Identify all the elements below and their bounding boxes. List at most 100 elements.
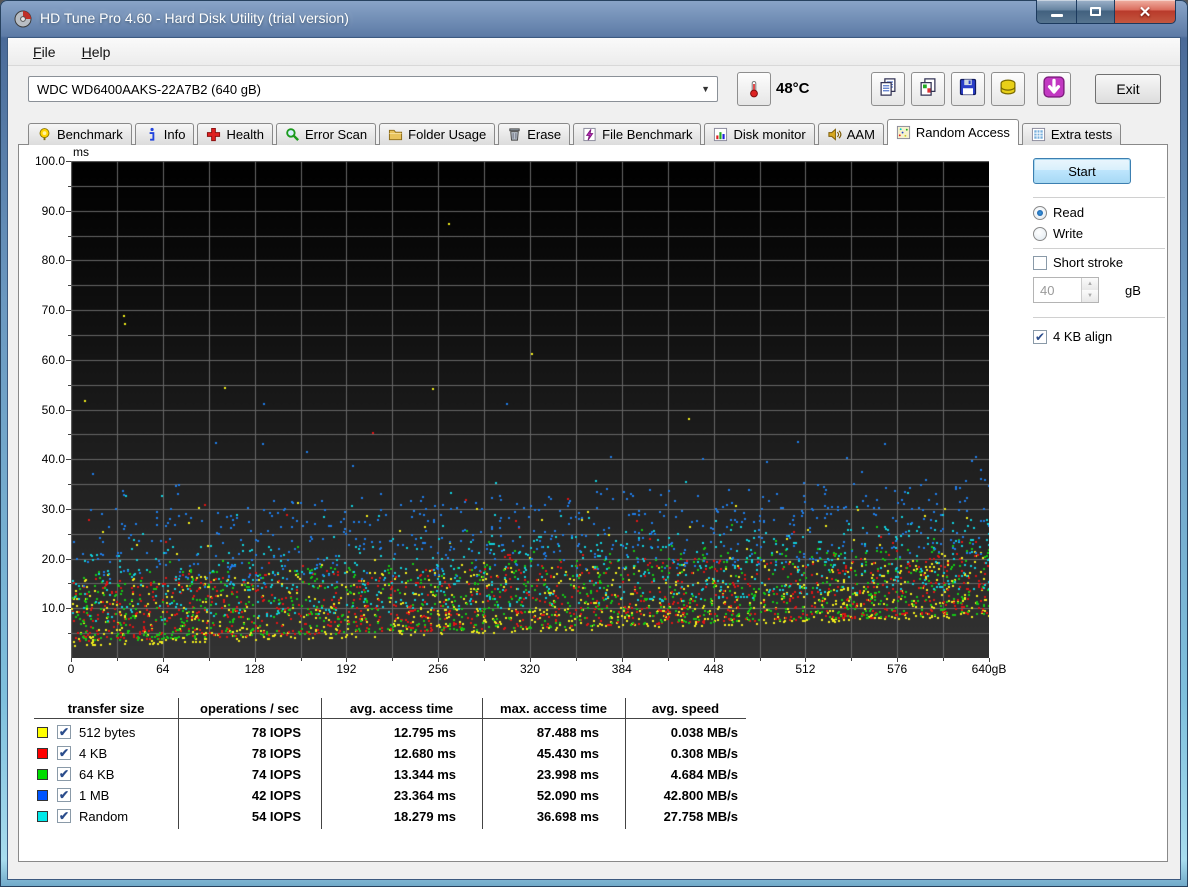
series-checkbox[interactable]: ✔ — [57, 725, 71, 739]
x-tick — [301, 658, 302, 661]
align-checkbox[interactable]: ✔ — [1033, 330, 1047, 344]
x-tick — [760, 658, 761, 661]
table-row: ✔512 bytes78 IOPS12.795 ms87.488 ms0.038… — [19, 723, 764, 744]
exit-label: Exit — [1116, 81, 1139, 97]
series-checkbox[interactable]: ✔ — [57, 746, 71, 760]
y-tick — [68, 534, 71, 535]
y-tick-label: 80.0 — [19, 253, 65, 267]
separator — [1033, 197, 1165, 198]
align-label: 4 KB align — [1053, 329, 1112, 344]
tab-label: File Benchmark — [602, 127, 692, 142]
max-access-cell: 52.090 ms — [482, 788, 599, 803]
table-row: ✔64 KB74 IOPS13.344 ms23.998 ms4.684 MB/… — [19, 765, 764, 786]
close-button[interactable]: ✕ — [1114, 0, 1176, 24]
stepper-up-icon[interactable]: ▲ — [1082, 278, 1098, 290]
avg-speed-cell: 0.308 MB/s — [625, 746, 738, 761]
exit-button[interactable]: Exit — [1095, 74, 1161, 104]
table-row: ✔Random54 IOPS18.279 ms36.698 ms27.758 M… — [19, 807, 764, 828]
x-tick — [438, 658, 439, 662]
drive-select-value: WDC WD6400AAKS-22A7B2 (640 gB) — [37, 82, 261, 97]
max-access-cell: 36.698 ms — [482, 809, 599, 824]
y-tick — [66, 608, 71, 609]
tab-benchmark[interactable]: Benchmark — [28, 123, 132, 145]
y-tick — [66, 211, 71, 212]
folder-icon — [388, 127, 403, 142]
export-button[interactable] — [1037, 72, 1071, 106]
short-stroke-label: Short stroke — [1053, 255, 1123, 270]
align-row[interactable]: ✔ 4 KB align — [1033, 329, 1112, 344]
maximize-button[interactable] — [1076, 0, 1114, 24]
tab-label: Error Scan — [305, 127, 367, 142]
write-radio[interactable] — [1033, 227, 1047, 241]
read-radio[interactable] — [1033, 206, 1047, 220]
series-color-swatch — [37, 748, 48, 759]
save-as-button[interactable] — [991, 72, 1025, 106]
x-tick — [805, 658, 806, 662]
ops-cell: 78 IOPS — [178, 746, 301, 761]
tab-file-benchmark[interactable]: File Benchmark — [573, 123, 701, 145]
menu-item-help[interactable]: Help — [71, 41, 122, 63]
series-checkbox[interactable]: ✔ — [57, 809, 71, 823]
copy-text-icon — [878, 77, 898, 102]
table-row: ✔1 MB42 IOPS23.364 ms52.090 ms42.800 MB/… — [19, 786, 764, 807]
y-tick — [68, 385, 71, 386]
error-scan-icon — [285, 127, 300, 142]
tab-label: Folder Usage — [408, 127, 486, 142]
tab-erase[interactable]: Erase — [498, 123, 570, 145]
table-header: operations / sec — [178, 701, 321, 716]
health-icon — [206, 127, 221, 142]
stepper-down-icon[interactable]: ▼ — [1082, 290, 1098, 302]
toolbar: WDC WD6400AAKS-22A7B2 (640 gB) ▼ 48°C Ex… — [8, 66, 1180, 116]
short-stroke-checkbox[interactable] — [1033, 256, 1047, 270]
x-tick — [622, 658, 623, 662]
save-icon — [958, 77, 978, 102]
write-radio-row[interactable]: Write — [1033, 226, 1083, 241]
x-tick — [255, 658, 256, 662]
aam-icon — [827, 127, 842, 142]
series-checkbox[interactable]: ✔ — [57, 788, 71, 802]
copy-text-button[interactable] — [871, 72, 905, 106]
tab-extra-tests[interactable]: Extra tests — [1022, 123, 1121, 145]
tab-health[interactable]: Health — [197, 123, 273, 145]
tab-info[interactable]: Info — [135, 123, 195, 145]
transfer-size-label: 1 MB — [79, 788, 109, 803]
y-tick — [68, 633, 71, 634]
series-checkbox[interactable]: ✔ — [57, 767, 71, 781]
table-row: ✔4 KB78 IOPS12.680 ms45.430 ms0.308 MB/s — [19, 744, 764, 765]
avg-speed-cell: 4.684 MB/s — [625, 767, 738, 782]
short-stroke-size-stepper[interactable]: 40 ▲ ▼ — [1033, 277, 1099, 303]
tab-disk-monitor[interactable]: Disk monitor — [704, 123, 814, 145]
start-button[interactable]: Start — [1033, 158, 1131, 184]
series-color-swatch — [37, 769, 48, 780]
tab-label: Random Access — [916, 125, 1010, 140]
save-button[interactable] — [951, 72, 985, 106]
save-as-icon — [998, 77, 1018, 102]
tab-aam[interactable]: AAM — [818, 123, 884, 145]
tab-label: Extra tests — [1051, 127, 1112, 142]
chevron-down-icon: ▼ — [701, 84, 710, 94]
series-color-swatch — [37, 727, 48, 738]
x-tick — [989, 658, 990, 662]
tab-error-scan[interactable]: Error Scan — [276, 123, 376, 145]
random-access-chart — [71, 161, 989, 658]
menu-item-file[interactable]: File — [22, 41, 67, 63]
max-access-cell: 45.430 ms — [482, 746, 599, 761]
y-tick — [66, 559, 71, 560]
tab-random-access[interactable]: Random Access — [887, 119, 1019, 145]
y-tick-label: 30.0 — [19, 502, 65, 516]
x-tick-label: 384 — [612, 662, 632, 676]
y-tick — [66, 509, 71, 510]
ops-cell: 54 IOPS — [178, 809, 301, 824]
copy-image-button[interactable] — [911, 72, 945, 106]
app-window: HD Tune Pro 4.60 - Hard Disk Utility (tr… — [0, 0, 1188, 887]
tab-folder-usage[interactable]: Folder Usage — [379, 123, 495, 145]
x-tick-label: 0 — [68, 662, 75, 676]
short-stroke-row[interactable]: Short stroke — [1033, 255, 1123, 270]
y-axis-unit-label: ms — [73, 145, 89, 159]
series-color-swatch — [37, 790, 48, 801]
temperature-button[interactable] — [737, 72, 771, 106]
read-radio-row[interactable]: Read — [1033, 205, 1084, 220]
minimize-button[interactable] — [1036, 0, 1076, 24]
title-bar[interactable]: HD Tune Pro 4.60 - Hard Disk Utility (tr… — [0, 0, 1188, 38]
drive-select[interactable]: WDC WD6400AAKS-22A7B2 (640 gB) ▼ — [28, 76, 718, 102]
